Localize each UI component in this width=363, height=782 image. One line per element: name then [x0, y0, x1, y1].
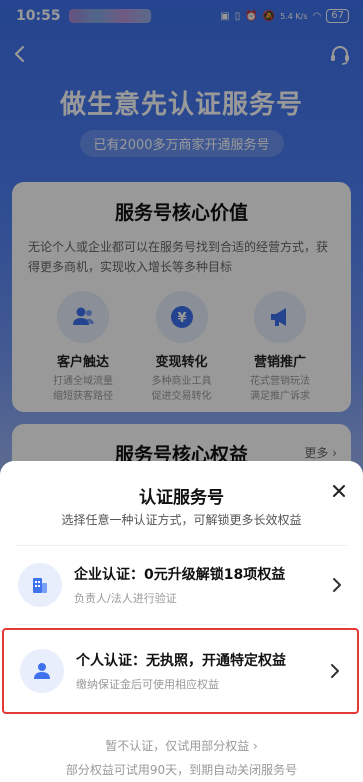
close-icon[interactable] [329, 481, 349, 501]
option-desc: 负责人/法人进行验证 [74, 592, 177, 605]
person-icon [20, 649, 64, 693]
option-title: 企业认证：0元升级解锁18项权益 [74, 567, 286, 583]
chevron-right-icon [331, 664, 339, 678]
building-icon [18, 563, 62, 607]
chevron-right-icon [333, 578, 341, 592]
divider [16, 545, 347, 546]
enterprise-certification-option[interactable]: 企业认证：0元升级解锁18项权益 负责人/法人进行验证 [2, 548, 359, 622]
personal-certification-option[interactable]: 个人认证：无执照，开通特定权益 缴纳保证金后可使用相应权益 [2, 628, 359, 714]
option-desc: 缴纳保证金后可使用相应权益 [76, 678, 219, 691]
trial-footnote: 部分权益可试用90天，到期自动关闭服务号 [65, 763, 298, 777]
skip-certification-link[interactable]: 暂不认证，仅试用部分权益 › [0, 737, 363, 754]
sheet-subtitle: 选择任意一种认证方式，可解锁更多长效权益 [61, 513, 302, 527]
divider [16, 624, 347, 625]
option-title: 个人认证：无执照，开通特定权益 [76, 653, 286, 669]
sheet-title: 认证服务号 [139, 488, 224, 508]
